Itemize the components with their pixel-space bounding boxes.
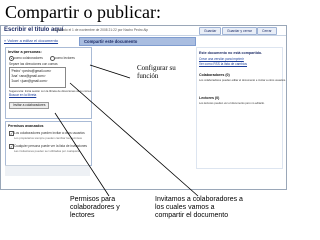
invite-annotation: Invitamos a colaboradores a los cuales v… <box>155 196 243 219</box>
permissions-annotation: Permisos para colaboradores y lectores <box>70 196 120 219</box>
configure-annotation: Configurar su función <box>137 64 176 80</box>
